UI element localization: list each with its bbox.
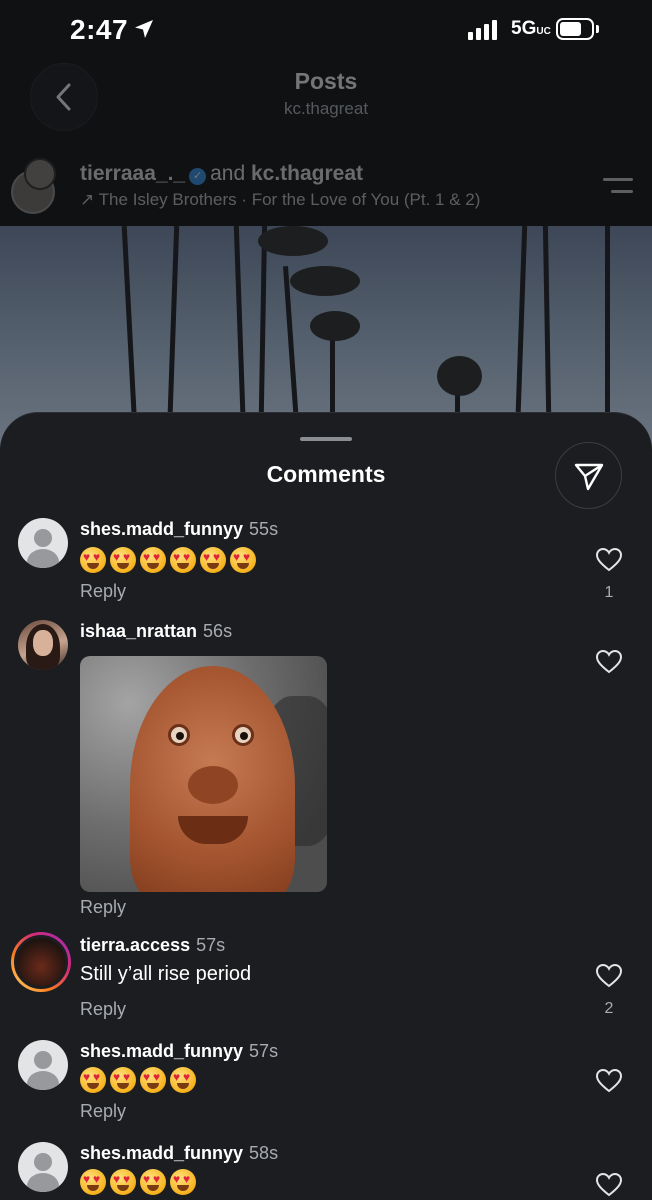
reply-button[interactable]: Reply — [80, 897, 126, 918]
heart-icon[interactable] — [596, 1069, 622, 1093]
arrow-up-right-icon: ↗ — [80, 190, 95, 209]
post-music[interactable]: ↗ The Isley Brothers · For the Love of Y… — [80, 190, 480, 210]
heart-eyes-emoji-icon — [200, 547, 226, 573]
comment-username[interactable]: shes.madd_funnyy 58s — [80, 1143, 278, 1164]
heart-icon[interactable] — [596, 964, 622, 988]
status-time: 2:47 — [70, 14, 129, 45]
author-username[interactable]: tierraaa_._ — [80, 162, 185, 185]
heart-eyes-emoji-icon — [80, 1169, 106, 1195]
like-count: 2 — [604, 1000, 614, 1017]
heart-eyes-emoji-icon — [80, 1067, 106, 1093]
location-arrow-icon — [135, 20, 153, 38]
heart-icon[interactable] — [596, 650, 622, 674]
reply-button[interactable]: Reply — [80, 1101, 126, 1122]
comments-sheet: Comments shes.madd_funnyy55s Reply 1 ish… — [0, 412, 652, 1200]
comment-username[interactable]: shes.madd_funnyy 55s — [80, 519, 278, 540]
page-title: Posts — [294, 68, 358, 94]
share-button[interactable] — [555, 442, 622, 509]
heart-eyes-emoji-icon — [230, 547, 256, 573]
avatar[interactable] — [18, 620, 68, 670]
avatar[interactable] — [18, 1142, 68, 1192]
comment-emojis — [80, 1169, 196, 1195]
heart-eyes-emoji-icon — [140, 547, 166, 573]
battery-cap — [596, 25, 599, 33]
heart-eyes-emoji-icon — [110, 547, 136, 573]
avatar[interactable] — [18, 518, 68, 568]
comment-username[interactable]: ishaa_nrattan 56s — [80, 621, 232, 642]
comment-gif[interactable] — [80, 656, 327, 892]
heart-eyes-emoji-icon — [110, 1169, 136, 1195]
heart-eyes-emoji-icon — [170, 1169, 196, 1195]
network-type: 5GUC — [511, 18, 551, 39]
paper-plane-icon — [574, 463, 603, 490]
sheet-drag-handle[interactable] — [300, 437, 352, 441]
coauthor-avatar[interactable] — [24, 158, 56, 190]
heart-eyes-emoji-icon — [170, 1067, 196, 1093]
avatar[interactable] — [18, 1040, 68, 1090]
comment-emojis — [80, 1067, 196, 1093]
avatar[interactable] — [11, 932, 71, 992]
authors-joiner: and — [210, 162, 246, 185]
verified-badge-icon: ✓ — [189, 168, 207, 185]
heart-eyes-emoji-icon — [140, 1169, 166, 1195]
heart-eyes-emoji-icon — [110, 1067, 136, 1093]
reply-button[interactable]: Reply — [80, 581, 126, 602]
heart-eyes-emoji-icon — [140, 1067, 166, 1093]
menu-icon[interactable] — [603, 178, 633, 202]
status-bar: 2:47 5GUC — [0, 0, 652, 62]
music-label: The Isley Brothers · For the Love of You… — [98, 190, 481, 209]
comment-username[interactable]: tierra.access 57s — [80, 935, 225, 956]
cellular-signal-icon — [468, 20, 497, 40]
post-authors: tierraaa_._ ✓ and kc.thagreat — [80, 162, 363, 186]
battery-icon — [556, 18, 594, 40]
heart-icon[interactable] — [596, 548, 622, 572]
reply-button[interactable]: Reply — [80, 999, 126, 1020]
heart-icon[interactable] — [596, 1173, 622, 1197]
comment-emojis — [80, 547, 256, 573]
heart-eyes-emoji-icon — [170, 547, 196, 573]
post-header: tierraaa_._ ✓ and kc.thagreat ↗ The Isley … — [0, 150, 652, 226]
comment-username[interactable]: shes.madd_funnyy 57s — [80, 1041, 278, 1062]
like-count: 1 — [604, 584, 614, 601]
page-subtitle: kc.thagreat — [283, 99, 369, 118]
coauthor-username[interactable]: kc.thagreat — [251, 162, 363, 185]
comment-text: Still y’all rise period — [80, 963, 252, 985]
heart-eyes-emoji-icon — [80, 547, 106, 573]
